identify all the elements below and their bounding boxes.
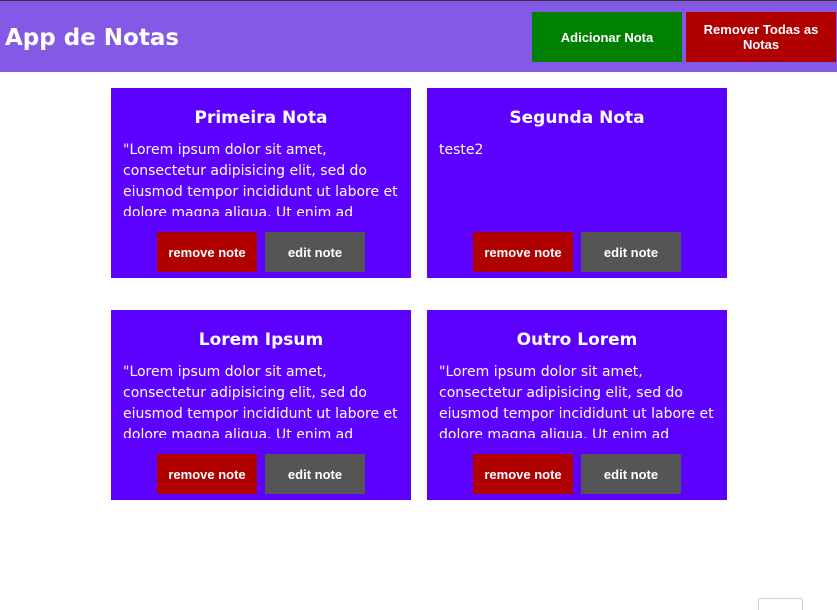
edit-note-button[interactable]: edit note — [265, 232, 365, 272]
app-title: App de Notas — [5, 25, 180, 51]
remove-note-button[interactable]: remove note — [157, 454, 257, 494]
note-body: "Lorem ipsum dolor sit amet, consectetur… — [439, 364, 714, 438]
remove-note-button[interactable]: remove note — [157, 232, 257, 272]
note-title: Segunda Nota — [509, 108, 645, 128]
remove-note-button[interactable]: remove note — [473, 454, 573, 494]
edit-note-button[interactable]: edit note — [581, 454, 681, 494]
add-note-button[interactable]: Adicionar Nota — [532, 12, 682, 62]
note-card: Segunda Nota teste2 remove note edit not… — [427, 88, 727, 278]
remove-all-notes-button[interactable]: Remover Todas as Notas — [686, 12, 836, 62]
corner-widget — [758, 598, 803, 610]
remove-note-button[interactable]: remove note — [473, 232, 573, 272]
edit-note-button[interactable]: edit note — [581, 232, 681, 272]
note-title: Lorem Ipsum — [198, 330, 324, 350]
note-title: Outro Lorem — [516, 330, 638, 350]
note-body: "Lorem ipsum dolor sit amet, consectetur… — [123, 364, 398, 438]
note-card: Outro Lorem "Lorem ipsum dolor sit amet,… — [427, 310, 727, 500]
note-card: Primeira Nota "Lorem ipsum dolor sit ame… — [111, 88, 411, 278]
note-title: Primeira Nota — [194, 108, 328, 128]
app-header: App de Notas Adicionar Nota Remover Toda… — [0, 1, 837, 72]
note-body: "Lorem ipsum dolor sit amet, consectetur… — [123, 142, 398, 216]
note-body: teste2 — [439, 142, 484, 158]
edit-note-button[interactable]: edit note — [265, 454, 365, 494]
note-card: Lorem Ipsum "Lorem ipsum dolor sit amet,… — [111, 310, 411, 500]
